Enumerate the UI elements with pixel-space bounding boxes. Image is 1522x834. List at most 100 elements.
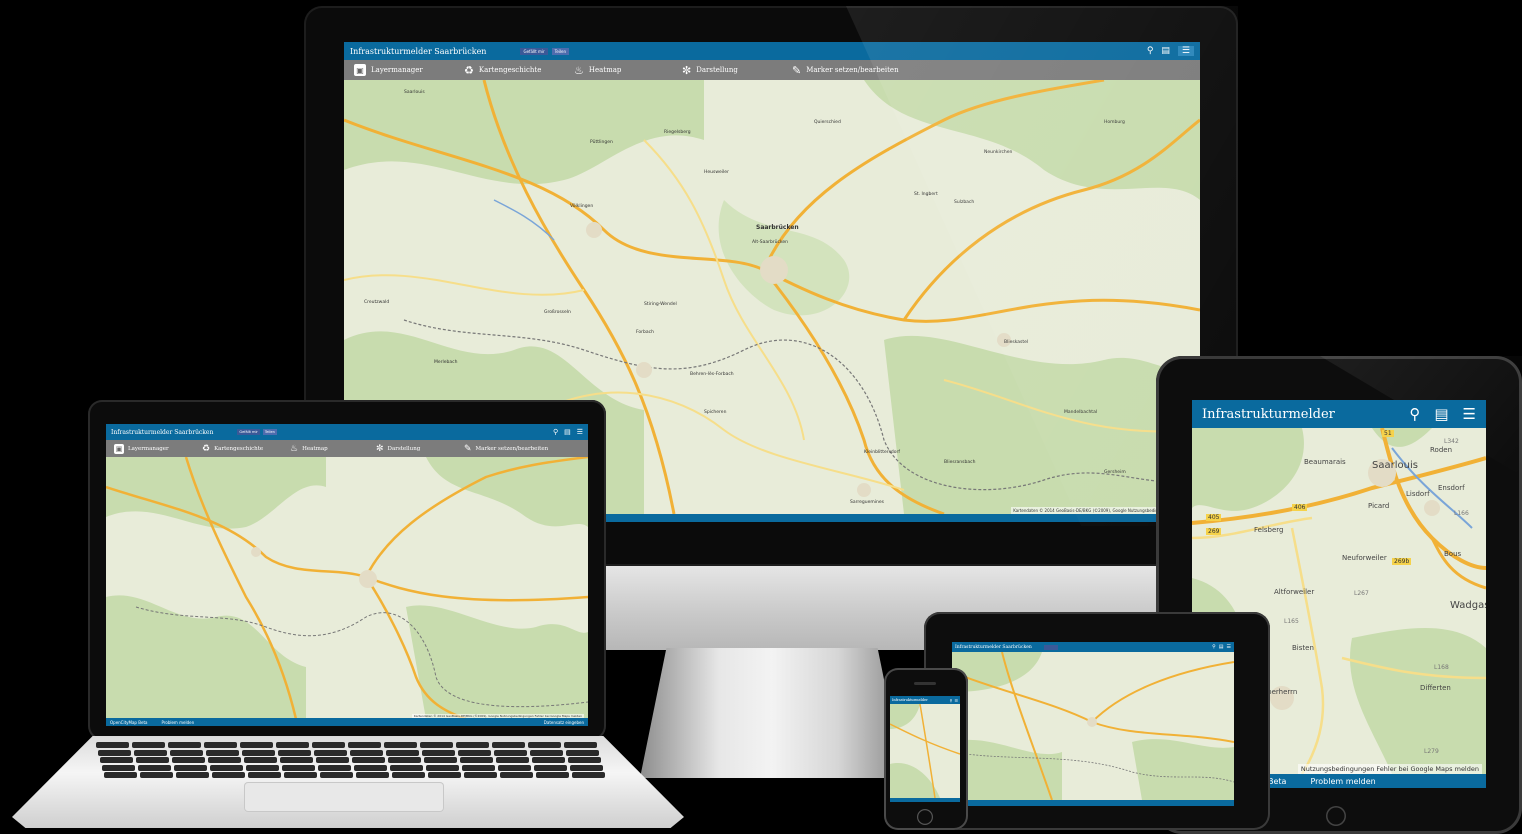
tool-label: Layermanager [128,445,169,452]
tool-label: Kartengeschichte [478,66,542,74]
app-title: Infrastrukturmelder Saarbrücken [955,644,1032,650]
menu-icon[interactable]: ☰ [1227,644,1231,650]
map-view[interactable]: Kartendaten © 2014 GeoBasis-DE/BKG (©200… [106,457,588,718]
laptop-screen: Infrastrukturmelder Saarbrücken Gefällt … [106,424,588,726]
map-canvas[interactable] [890,704,960,798]
phone-screen: Infrastrukturmelder ⚲ ☰ [890,696,960,802]
map-place-label: Kleinblittersdorf [864,450,900,455]
road-number-label: L165 [1284,618,1299,625]
window-icon[interactable]: ▤ [564,428,571,436]
facebook-share-button[interactable]: Teilen [262,429,277,435]
layer-icon: ▣ [114,443,124,454]
keyboard-key [564,742,597,748]
map-place-label: Püttlingen [590,140,613,145]
footer-link-datensatz[interactable]: Datensatz eingeben [544,720,584,725]
keyboard-key [212,772,245,778]
map-place-label: Beaumarais [1304,458,1346,466]
keyboard-key [204,742,237,748]
phone-home-button [917,809,933,825]
map-place-label: Bous [1444,550,1462,558]
palette-icon: ✼ [376,443,384,454]
keyboard-key [174,764,207,771]
map-place-label: Saarbrücken [756,224,799,231]
tablet-home-button [1326,806,1346,826]
search-icon[interactable]: ⚲ [1212,644,1216,650]
keyboard-key [138,764,171,771]
keyboard-key [390,764,423,771]
keyboard-key [426,764,459,771]
footer-link-problem[interactable]: Problem melden [161,720,194,725]
footer-link-beta[interactable]: OpenCityMap Beta [110,720,147,725]
map-place-label: Felsberg [1254,526,1284,534]
keyboard-key [422,749,455,756]
road-number-label: L168 [1434,664,1449,671]
keyboard-key [168,742,201,748]
app-footer [890,798,960,802]
map-view[interactable] [890,704,960,798]
app-header: Infrastrukturmelder ⚲ ☰ [890,696,960,704]
window-icon[interactable]: ▤ [1219,644,1224,650]
keyboard-key [566,749,599,756]
window-icon[interactable]: ▤ [1434,405,1448,423]
search-icon[interactable]: ⚲ [1409,405,1420,423]
history-icon: ♻ [464,63,474,77]
road-number-label: L267 [1354,590,1369,597]
facebook-share-button[interactable]: Teilen [551,47,570,55]
map-place-label: Differten [1420,684,1451,692]
keyboard-key [134,749,167,756]
laptop-keyboard [96,742,605,780]
menu-icon[interactable]: ☰ [1463,405,1476,423]
keyboard-key [460,757,493,763]
phone-speaker [914,682,936,685]
tool-kartengeschichte[interactable]: ♻ Kartengeschichte [464,64,574,77]
keyboard-key [570,764,603,771]
keyboard-key [388,757,421,763]
tool-kartengeschichte[interactable]: ♻ Kartengeschichte [202,444,290,454]
footer-link-beta[interactable]: Beta [1268,777,1286,786]
footer-link-problem[interactable]: Problem melden [1310,777,1375,786]
keyboard-key [314,749,347,756]
menu-icon[interactable]: ☰ [577,428,583,436]
tool-marker[interactable]: ✎ Marker setzen/bearbeiten [464,444,548,454]
tool-label: Heatmap [588,66,622,74]
map-place-label: Wadgas [1450,600,1486,611]
keyboard-key [392,772,425,778]
keyboard-key [386,749,419,756]
menu-icon[interactable]: ☰ [954,698,958,703]
map-canvas[interactable] [106,457,588,718]
map-place-label: Ensdorf [1438,484,1465,492]
tool-darstellung[interactable]: ✼ Darstellung [682,64,792,77]
keyboard-key [242,749,275,756]
facebook-like-button[interactable] [1043,644,1058,650]
map-place-label: Forbach [636,330,654,335]
app-header: Infrastrukturmelder Saarbrücken ⚲ ▤ ☰ [952,642,1234,652]
tool-darstellung[interactable]: ✼ Darstellung [376,444,464,454]
map-view[interactable] [952,652,1234,800]
app-title: Infrastrukturmelder Saarbrücken [350,46,487,56]
search-icon[interactable]: ⚲ [553,428,558,436]
tool-label: Darstellung [696,66,738,74]
tool-label: Darstellung [387,445,421,452]
keyboard-key [530,749,563,756]
map-place-label: Merlebach [434,360,458,365]
pencil-icon: ✎ [792,63,802,77]
flame-icon: ♨ [290,443,299,454]
tool-heatmap[interactable]: ♨ Heatmap [574,64,682,77]
keyboard-key [500,772,533,778]
tool-heatmap[interactable]: ♨ Heatmap [290,444,376,454]
keyboard-key [248,772,281,778]
keyboard-key [496,757,529,763]
map-canvas[interactable] [952,652,1234,800]
facebook-like-button[interactable]: Gefällt mir [520,47,548,55]
map-place-label: Bliesransbach [944,460,976,465]
tool-layermanager[interactable]: ▣ Layermanager [354,64,464,76]
keyboard-key [240,742,273,748]
map-place-label: Neuforweiler [1342,554,1387,562]
search-icon[interactable]: ⚲ [949,698,952,703]
tool-layermanager[interactable]: ▣ Layermanager [114,443,202,454]
map-place-label: Großrosseln [544,310,571,315]
keyboard-key [318,764,351,771]
history-icon: ♻ [202,443,211,454]
facebook-like-button[interactable]: Gefällt mir [237,429,260,435]
road-number-label: 269 [1206,528,1222,535]
